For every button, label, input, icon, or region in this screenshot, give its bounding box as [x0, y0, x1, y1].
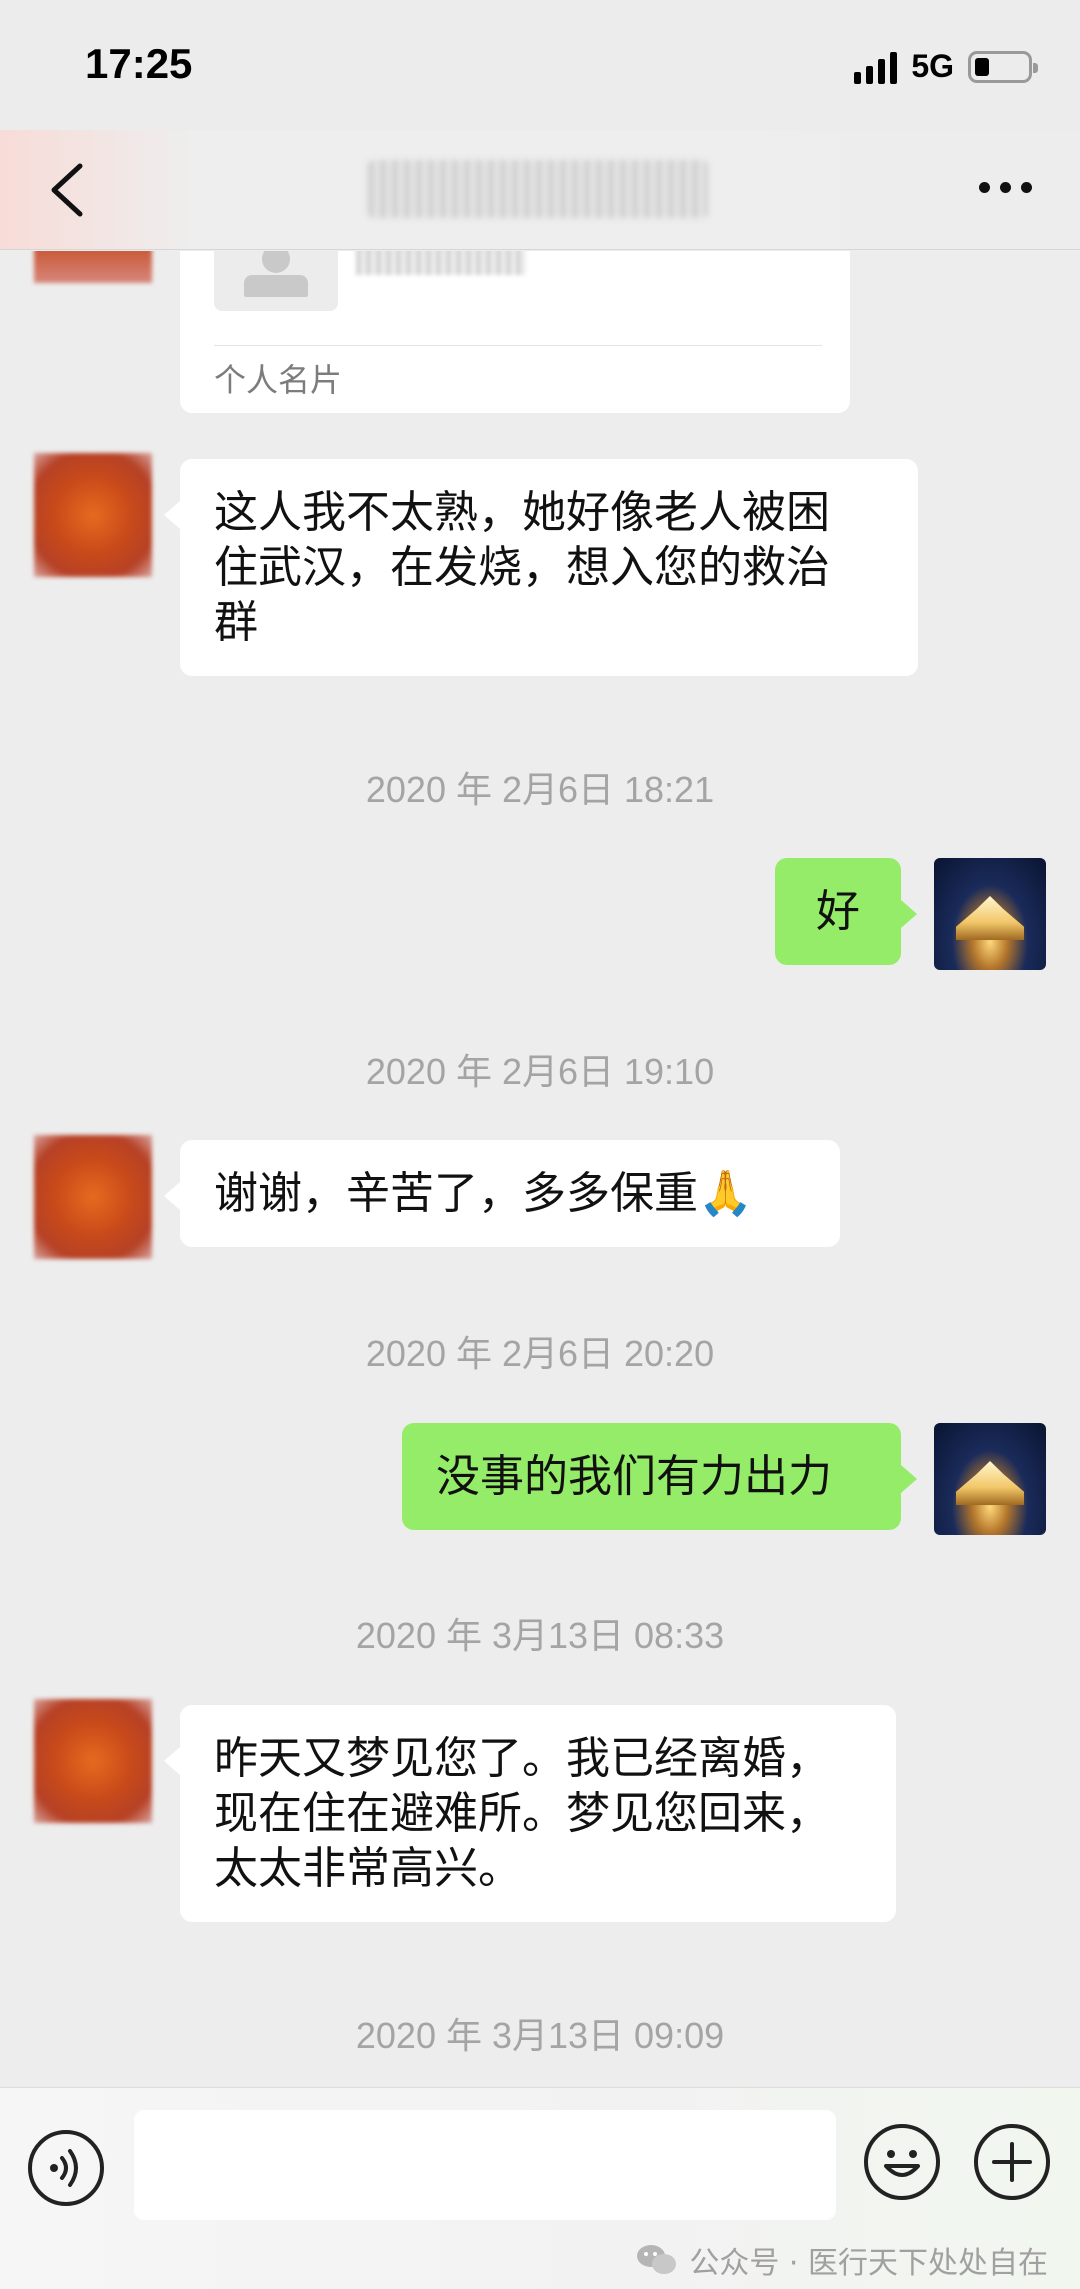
plus-icon	[992, 2142, 1032, 2182]
chat-header	[0, 130, 1080, 250]
contact-card-message[interactable]: 个人名片	[180, 251, 850, 413]
contact-avatar-placeholder	[214, 251, 338, 311]
message-text: 这人我不太熟，她好像老人被困	[214, 487, 830, 538]
message-bubble-received[interactable]: 昨天又梦见您了。我已经离婚， 现在住在避难所。梦见您回来， 太太非常高兴。	[164, 1705, 896, 1922]
timestamp: 2020 年 2月6日 20:20	[365, 1333, 715, 1374]
avatar[interactable]	[34, 453, 152, 577]
avatar[interactable]	[934, 1423, 1046, 1535]
more-dots-icon	[979, 182, 990, 193]
battery-icon	[968, 50, 1038, 83]
message-text: 好	[816, 886, 860, 937]
timestamp: 2020 年 3月13日 09:09	[355, 2015, 725, 2056]
more-functions-button[interactable]	[974, 2124, 1050, 2200]
divider	[214, 345, 822, 346]
message-bubble-sent[interactable]: 好	[775, 858, 917, 965]
more-button[interactable]	[979, 182, 1032, 193]
message-text: 谢谢，辛苦了，多多保重🙏	[214, 1168, 753, 1219]
timestamp: 2020 年 2月6日 19:10	[365, 1051, 715, 1092]
status-bar: 17:25 5G	[0, 0, 1080, 130]
wechat-icon	[637, 2245, 677, 2274]
voice-icon	[50, 2149, 78, 2187]
network-type: 5G	[911, 48, 954, 84]
watermark: 公众号 · 医行天下处处自在	[635, 2238, 1048, 2282]
voice-button[interactable]	[28, 2130, 104, 2206]
message-bubble-sent[interactable]: 没事的我们有力出力	[402, 1423, 917, 1530]
timestamp: 2020 年 2月6日 18:21	[365, 769, 715, 810]
chevron-left-icon	[51, 163, 83, 217]
chat-title-blurred	[368, 160, 708, 218]
contact-name-blurred	[356, 251, 526, 275]
message-input[interactable]	[134, 2110, 836, 2220]
message-text: 没事的我们有力出力	[436, 1451, 832, 1502]
avatar[interactable]	[34, 1135, 152, 1259]
timestamp: 2020 年 3月13日 08:33	[355, 1615, 725, 1656]
message-list[interactable]: 个人名片 这人我不太熟，她好像老人被困 住武汉，在发烧，想入您的救治 群 202…	[0, 251, 1080, 2086]
watermark-text: 公众号 · 医行天下处处自在	[689, 2246, 1048, 2281]
signal-icon	[854, 50, 898, 84]
input-bar: 公众号 · 医行天下处处自在	[0, 2087, 1080, 2289]
message-text: 昨天又梦见您了。我已经离婚，	[214, 1733, 830, 1784]
message-text: 太太非常高兴。	[214, 1843, 522, 1894]
message-text: 住武汉，在发烧，想入您的救治	[214, 542, 830, 593]
status-indicators: 5G	[854, 48, 1038, 85]
message-text: 群	[214, 597, 258, 648]
message-bubble-received[interactable]: 这人我不太熟，她好像老人被困 住武汉，在发烧，想入您的救治 群	[164, 459, 918, 676]
status-time: 17:25	[85, 40, 193, 87]
avatar[interactable]	[34, 251, 152, 283]
avatar[interactable]	[934, 858, 1046, 970]
message-bubble-received[interactable]: 谢谢，辛苦了，多多保重🙏	[164, 1140, 840, 1247]
emoji-icon	[884, 2150, 920, 2177]
card-label: 个人名片	[214, 361, 343, 399]
back-button[interactable]	[40, 158, 100, 222]
message-text: 现在住在避难所。梦见您回来，	[214, 1788, 830, 1839]
emoji-button[interactable]	[864, 2124, 940, 2200]
avatar[interactable]	[34, 1699, 152, 1823]
